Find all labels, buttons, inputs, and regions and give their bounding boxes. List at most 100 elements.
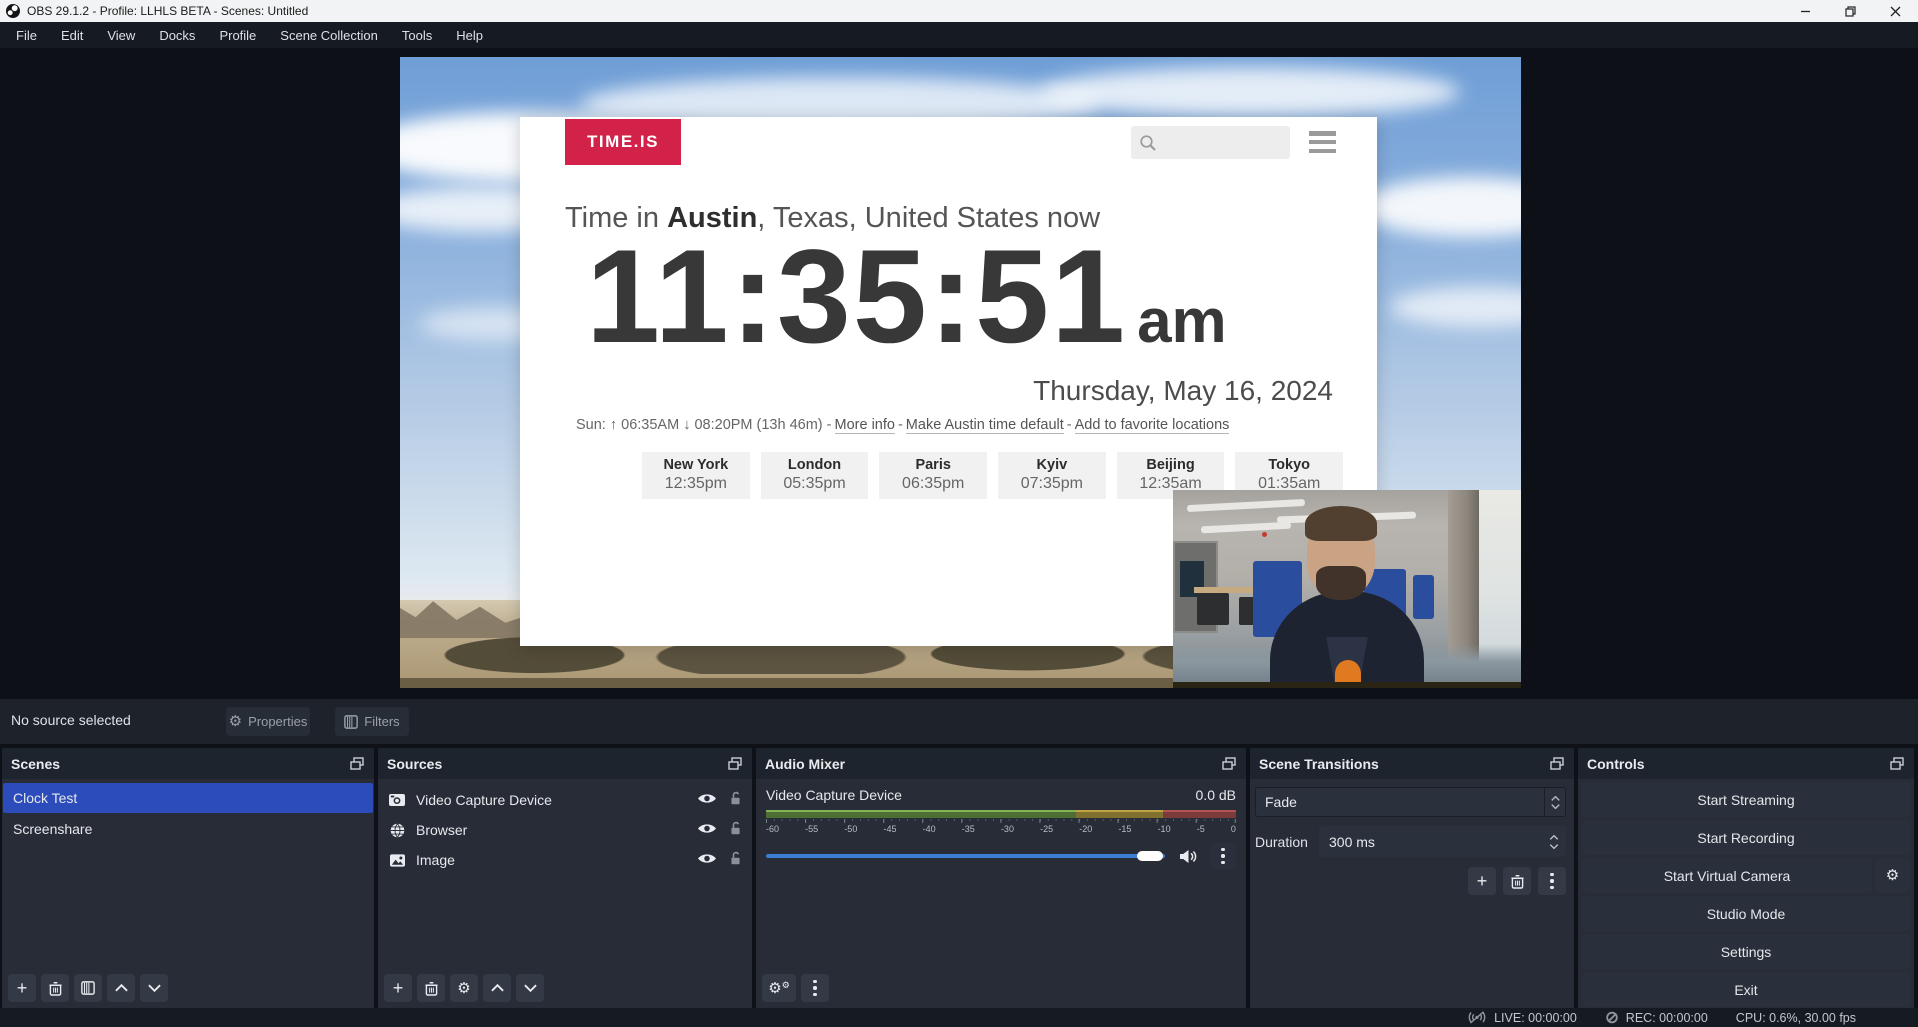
start-virtual-camera-button[interactable]: Start Virtual Camera	[1582, 858, 1872, 893]
transitions-title: Scene Transitions	[1259, 756, 1379, 772]
person-hair	[1305, 506, 1376, 542]
remove-scene-button[interactable]	[41, 974, 69, 1002]
source-row-video-capture[interactable]: Video Capture Device	[378, 785, 752, 815]
transitions-body: Fade Duration 300 ms	[1250, 779, 1574, 1008]
popout-icon[interactable]	[349, 756, 365, 772]
dropdown-arrows[interactable]	[1544, 788, 1565, 816]
sources-panel-title: Sources	[387, 756, 442, 772]
start-streaming-button[interactable]: Start Streaming	[1582, 782, 1910, 817]
popout-icon[interactable]	[1221, 756, 1237, 772]
unlock-icon[interactable]	[729, 851, 742, 869]
exit-button[interactable]: Exit	[1582, 972, 1910, 1007]
menu-edit[interactable]: Edit	[49, 22, 95, 48]
volume-slider-track[interactable]	[766, 854, 1165, 858]
camera-icon	[388, 794, 406, 806]
mixer-options-kebab-button[interactable]	[801, 974, 829, 1002]
sources-panel: Sources Video Capture Device	[378, 748, 752, 1008]
add-favorite-link: Add to favorite locations	[1075, 417, 1230, 434]
unlock-icon[interactable]	[729, 821, 742, 839]
scene-item-screenshare[interactable]: Screenshare	[3, 814, 373, 844]
statusbar: LIVE: 00:00:00 REC: 00:00:00 CPU: 0.6%, …	[0, 1008, 1918, 1027]
gear-icon: ⚙	[1886, 868, 1899, 883]
scene-item-clock-test[interactable]: Clock Test	[3, 783, 373, 813]
titlebar: OBS 29.1.2 - Profile: LLHLS BETA - Scene…	[0, 0, 1918, 22]
timeis-search-box	[1131, 126, 1290, 159]
mute-speaker-button[interactable]	[1179, 849, 1198, 864]
blue-chair	[1413, 575, 1434, 619]
restore-button[interactable]	[1828, 0, 1873, 22]
city-tile: Kyiv07:35pm	[998, 452, 1106, 499]
source-selection-toolbar: No source selected ⚙ Properties Filters	[0, 699, 1918, 744]
volume-slider-handle[interactable]	[1137, 851, 1163, 861]
menu-tools[interactable]: Tools	[390, 22, 444, 48]
filters-button[interactable]: Filters	[335, 707, 409, 736]
volume-slider[interactable]	[766, 850, 1165, 862]
transition-dropdown[interactable]: Fade	[1255, 787, 1566, 817]
scenes-list: Clock Test Screenshare +	[2, 779, 374, 1008]
sources-list: Video Capture Device Browser	[378, 779, 752, 1008]
visibility-eye-icon[interactable]	[697, 822, 717, 838]
city-tile: London05:35pm	[761, 452, 869, 499]
remove-transition-button[interactable]	[1503, 867, 1531, 895]
close-button[interactable]	[1873, 0, 1918, 22]
add-scene-button[interactable]: +	[8, 974, 36, 1002]
menu-docks[interactable]: Docks	[147, 22, 207, 48]
program-canvas[interactable]: TIME.IS Time in Austin, Texas, United St…	[400, 57, 1521, 688]
menu-profile[interactable]: Profile	[207, 22, 268, 48]
menu-view[interactable]: View	[95, 22, 147, 48]
speaker-icon	[1179, 849, 1198, 864]
controls-panel: Controls Start Streaming Start Recording…	[1578, 748, 1914, 1008]
virtual-camera-settings-button[interactable]: ⚙	[1875, 858, 1910, 893]
move-source-down-button[interactable]	[516, 974, 544, 1002]
studio-mode-button[interactable]: Studio Mode	[1582, 896, 1910, 931]
source-properties-button[interactable]: ⚙	[450, 974, 478, 1002]
add-transition-button[interactable]: +	[1468, 867, 1496, 895]
time-digits: 11:35:51	[586, 221, 1127, 374]
advanced-audio-button[interactable]: ⚙⚙	[762, 974, 796, 1002]
menu-scene-collection[interactable]: Scene Collection	[268, 22, 390, 48]
preview-area[interactable]: TIME.IS Time in Austin, Texas, United St…	[0, 48, 1918, 699]
settings-button[interactable]: Settings	[1582, 934, 1910, 969]
transition-options-kebab-button[interactable]	[1538, 867, 1566, 895]
add-source-button[interactable]: +	[384, 974, 412, 1002]
duration-label: Duration	[1255, 834, 1319, 850]
channel-options-kebab-button[interactable]	[1210, 843, 1236, 869]
minimize-button[interactable]	[1783, 0, 1828, 22]
move-source-up-button[interactable]	[483, 974, 511, 1002]
window-controls	[1783, 0, 1918, 22]
properties-button[interactable]: ⚙ Properties	[226, 707, 310, 736]
menu-help[interactable]: Help	[444, 22, 495, 48]
chevron-up-icon	[115, 984, 128, 992]
chevron-down-icon	[524, 984, 537, 992]
spinner-arrows[interactable]	[1549, 826, 1559, 857]
gears-icon: ⚙⚙	[768, 981, 790, 996]
scenes-panel-header: Scenes	[2, 748, 374, 779]
more-info-link: More info	[835, 417, 895, 434]
visibility-eye-icon[interactable]	[697, 852, 717, 868]
popout-icon[interactable]	[727, 756, 743, 772]
sun-times: Sun: ↑ 06:35AM ↓ 08:20PM (13h 46m) -	[576, 417, 832, 433]
webcam-source[interactable]	[1173, 490, 1521, 688]
source-row-browser[interactable]: Browser	[378, 815, 752, 845]
source-row-image[interactable]: Image	[378, 845, 752, 875]
restore-icon	[1845, 6, 1856, 17]
minimize-icon	[1800, 6, 1811, 17]
scenes-toolbar: +	[8, 974, 168, 1002]
search-icon	[1139, 134, 1157, 152]
menu-file[interactable]: File	[4, 22, 49, 48]
visibility-eye-icon[interactable]	[697, 792, 717, 808]
duration-spinbox[interactable]: 300 ms	[1319, 826, 1566, 857]
remove-source-button[interactable]	[417, 974, 445, 1002]
window-title: OBS 29.1.2 - Profile: LLHLS BETA - Scene…	[27, 4, 308, 18]
kebab-icon	[813, 980, 817, 997]
popout-icon[interactable]	[1889, 756, 1905, 772]
move-scene-down-button[interactable]	[140, 974, 168, 1002]
popout-icon[interactable]	[1549, 756, 1565, 772]
live-status: LIVE: 00:00:00	[1467, 1011, 1577, 1025]
move-scene-up-button[interactable]	[107, 974, 135, 1002]
unlock-icon[interactable]	[729, 791, 742, 809]
mixer-channel-level: 0.0 dB	[1196, 787, 1236, 803]
scenes-panel-title: Scenes	[11, 756, 60, 772]
start-recording-button[interactable]: Start Recording	[1582, 820, 1910, 855]
scene-filters-button[interactable]	[74, 974, 102, 1002]
